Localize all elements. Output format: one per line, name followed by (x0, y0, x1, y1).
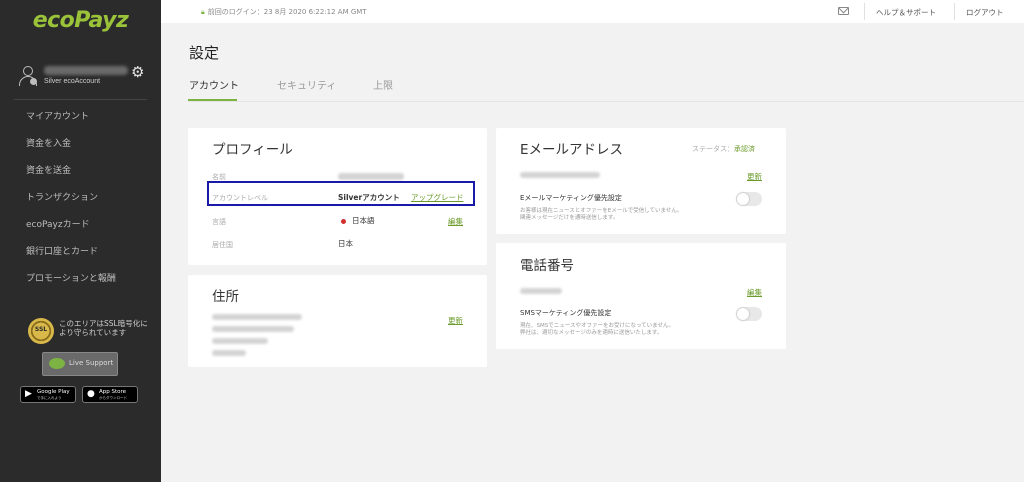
language-value: 日本語 (341, 215, 375, 226)
user-name-redacted (44, 66, 128, 75)
ssl-text: このエリアはSSL暗号化により守られています (59, 319, 148, 337)
sidebar-item-transactions[interactable]: トランザクション (0, 185, 161, 212)
sidebar-item-send-money[interactable]: 資金を送金 (0, 158, 161, 185)
sidebar-item-deposit[interactable]: 資金を入金 (0, 131, 161, 158)
user-profile[interactable]: Silver ecoAccount ⚙ (18, 63, 148, 91)
live-support-button[interactable]: Live Support (42, 352, 118, 376)
topbar-divider (864, 3, 865, 20)
country-value: 日本 (338, 239, 353, 248)
sidebar-divider (14, 99, 147, 100)
sidebar-nav: マイアカウント 資金を入金 資金を送金 トランザクション ecoPayzカード … (0, 104, 161, 293)
email-address-redacted (520, 172, 600, 178)
topbar-divider (954, 3, 955, 20)
name-value-redacted (338, 173, 404, 180)
address-line-redacted (212, 326, 294, 332)
mail-icon[interactable] (838, 7, 849, 15)
header-divider (188, 101, 1024, 102)
app-store-badge[interactable]: ● App Store からダウンロード (82, 386, 138, 403)
japan-flag-icon (341, 218, 346, 224)
language-label: 言語 (212, 218, 226, 226)
sidebar-item-bank-accounts-cards[interactable]: 銀行口座とカード (0, 239, 161, 266)
play-store-icon: ▶ (25, 389, 32, 399)
account-level-label: アカウントレベル (212, 194, 268, 202)
tab-limits[interactable]: 上限 (373, 77, 393, 92)
apple-icon: ● (87, 389, 95, 399)
phone-edit-link[interactable]: 編集 (747, 287, 762, 298)
help-support-link[interactable]: ヘルプ＆サポート (876, 7, 936, 18)
address-title: 住所 (212, 289, 239, 305)
sidebar-item-promotions-rewards[interactable]: プロモーションと報酬 (0, 266, 161, 293)
email-status: ステータス：承認済 (692, 145, 755, 153)
phone-title: 電話番号 (520, 258, 574, 274)
google-play-badge[interactable]: ▶ Google Play で手に入れよう (20, 386, 76, 403)
top-bar: 🔒︎ 前回のログイン：23 8月 2020 6:22:12 AM GMT ヘルプ＆… (161, 0, 1024, 23)
email-card: Eメールアドレス ステータス：承認済 更新 Eメールマーケティング優先設定 お客… (496, 128, 786, 234)
profile-card: プロフィール 名前 アカウントレベル Silverアカウント アップグレード 言… (188, 128, 487, 265)
ssl-notice: SSL このエリアはSSL暗号化により守られています (28, 318, 148, 346)
sms-marketing-toggle[interactable] (736, 307, 762, 321)
ecopayz-logo[interactable]: ecoPayz (0, 8, 161, 33)
gear-icon[interactable]: ⚙ (131, 65, 144, 80)
sms-marketing-title: SMSマーケティング優先設定 (520, 309, 612, 317)
last-login: 🔒︎ 前回のログイン：23 8月 2020 6:22:12 AM GMT (201, 8, 367, 16)
address-line-redacted (212, 350, 246, 356)
sidebar-item-ecopayz-card[interactable]: ecoPayzカード (0, 212, 161, 239)
sms-marketing-desc: 弊社は、適切なメッセージのみを適時に送信いたします。 (520, 330, 663, 336)
chat-bubble-icon (49, 358, 65, 369)
email-marketing-desc: 関連メッセージだけを通時送信します。 (520, 215, 619, 221)
address-line-redacted (212, 314, 302, 320)
address-card: 住所 更新 (188, 275, 487, 367)
country-label: 居住国 (212, 241, 233, 249)
address-update-link[interactable]: 更新 (448, 315, 463, 326)
email-title: Eメールアドレス (520, 142, 624, 158)
email-marketing-toggle[interactable] (736, 192, 762, 206)
account-type-label: Silver ecoAccount (44, 78, 101, 85)
ssl-badge-icon: SSL (28, 318, 54, 344)
phone-card: 電話番号 編集 SMSマーケティング優先設定 現在、SMSでニュースやオファーを… (496, 243, 786, 349)
email-update-link[interactable]: 更新 (747, 171, 762, 182)
sidebar-item-my-account[interactable]: マイアカウント (0, 104, 161, 131)
live-support-label: Live Support (69, 359, 114, 367)
page-title: 設定 (189, 44, 220, 62)
profile-title: プロフィール (212, 142, 293, 158)
sidebar: ecoPayz Silver ecoAccount ⚙ マイアカウント 資金を入… (0, 0, 161, 482)
address-line-redacted (212, 338, 268, 344)
email-marketing-title: Eメールマーケティング優先設定 (520, 194, 622, 202)
language-edit-link[interactable]: 編集 (448, 216, 463, 227)
logout-link[interactable]: ログアウト (966, 7, 1004, 18)
phone-number-redacted (520, 288, 562, 294)
account-level-value: Silverアカウント (338, 193, 400, 202)
user-avatar-icon (18, 65, 38, 87)
lock-icon: 🔒︎ (201, 8, 205, 16)
tab-security[interactable]: セキュリティ (277, 77, 336, 92)
upgrade-link[interactable]: アップグレード (411, 192, 464, 203)
tab-account[interactable]: アカウント (189, 77, 239, 92)
